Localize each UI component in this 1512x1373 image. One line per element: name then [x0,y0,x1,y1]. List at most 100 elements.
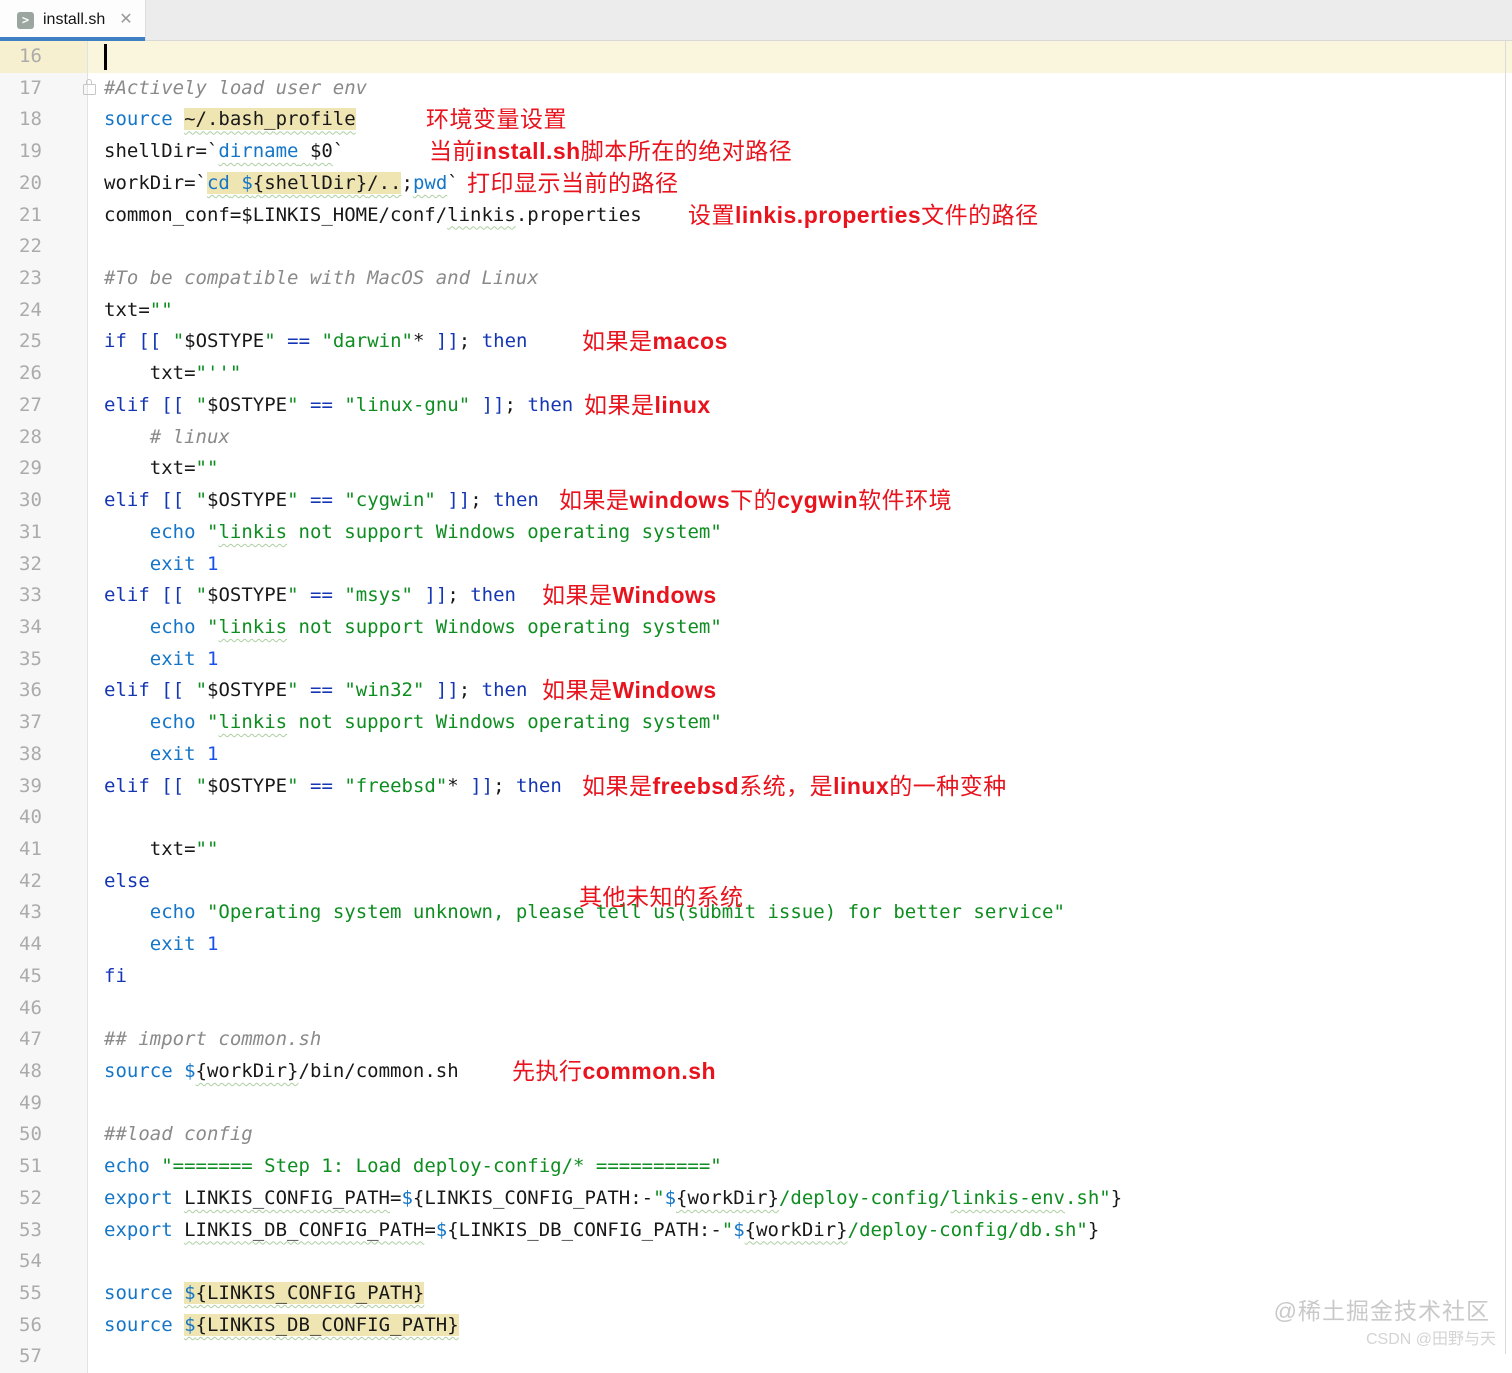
line-number[interactable]: 33 [0,580,88,612]
code-line[interactable]: exit 1 [88,739,1512,771]
line-number[interactable]: 55 [0,1278,88,1310]
code-line[interactable] [88,993,1512,1025]
code-token [333,489,344,511]
code-token: [[ [138,330,161,352]
line-number[interactable]: 52 [0,1183,88,1215]
code-line[interactable] [88,41,1512,73]
line-number[interactable]: 53 [0,1215,88,1247]
line-number[interactable]: 48 [0,1056,88,1088]
scrollbar-track[interactable] [1505,41,1506,1354]
code-line[interactable]: fi [88,961,1512,993]
code-token [196,743,207,765]
editor-line: 57 [0,1341,1512,1373]
code-line[interactable]: echo "Operating system unknown, please t… [88,897,1512,929]
code-line[interactable]: export LINKIS_CONFIG_PATH=${LINKIS_CONFI… [88,1183,1512,1215]
line-number[interactable]: 50 [0,1119,88,1151]
code-line[interactable]: echo "linkis not support Windows operati… [88,612,1512,644]
code-token: # linux [150,426,230,448]
code-line[interactable] [88,1088,1512,1120]
line-number[interactable]: 45 [0,961,88,993]
line-number[interactable]: 16 [0,41,88,73]
code-line[interactable]: exit 1 [88,549,1512,581]
line-number[interactable]: 22 [0,231,88,263]
code-line[interactable]: ##load config [88,1119,1512,1151]
line-number[interactable]: 30 [0,485,88,517]
code-line[interactable]: common_conf=$LINKIS_HOME/conf/linkis.pro… [88,200,1512,232]
line-number[interactable]: 34 [0,612,88,644]
line-number[interactable]: 38 [0,739,88,771]
line-number[interactable]: 20 [0,168,88,200]
code-line[interactable]: echo "======= Step 1: Load deploy-config… [88,1151,1512,1183]
code-line[interactable]: txt="" [88,295,1512,327]
line-number[interactable]: 29 [0,453,88,485]
annotation: 设置linkis.properties文件的路径 [688,200,1039,232]
line-number[interactable]: 42 [0,866,88,898]
code-line[interactable]: elif [[ "$OSTYPE" == "cygwin" ]]; then如果… [88,485,1512,517]
code-line[interactable]: # linux [88,422,1512,454]
code-token: [[ [161,394,184,416]
line-number[interactable]: 54 [0,1246,88,1278]
line-number[interactable]: 36 [0,675,88,707]
line-number[interactable]: 39 [0,771,88,803]
line-number[interactable]: 37 [0,707,88,739]
line-number[interactable]: 32 [0,549,88,581]
code-line[interactable]: workDir=`cd ${shellDir}/..;pwd`打印显示当前的路径 [88,168,1512,200]
line-number[interactable]: 24 [0,295,88,327]
code-line[interactable]: #To be compatible with MacOS and Linux [88,263,1512,295]
code-line[interactable]: else [88,866,1512,898]
code-token [196,648,207,670]
line-number[interactable]: 46 [0,993,88,1025]
line-number[interactable]: 21 [0,200,88,232]
code-line[interactable]: source ~/.bash_profile环境变量设置 [88,104,1512,136]
line-number[interactable]: 26 [0,358,88,390]
code-token: ]] [482,394,505,416]
line-number[interactable]: 27 [0,390,88,422]
code-line[interactable]: echo "linkis not support Windows operati… [88,707,1512,739]
code-line[interactable] [88,1246,1512,1278]
line-number[interactable]: 25 [0,326,88,358]
code-line[interactable]: exit 1 [88,644,1512,676]
code-line[interactable]: #Actively load user env [88,73,1512,105]
code-token: echo [104,1155,150,1177]
code-line[interactable] [88,802,1512,834]
line-number[interactable]: 44 [0,929,88,961]
line-number[interactable]: 47 [0,1024,88,1056]
code-line[interactable]: elif [[ "$OSTYPE" == "linux-gnu" ]]; the… [88,390,1512,422]
code-line[interactable]: echo "linkis not support Windows operati… [88,517,1512,549]
code-line[interactable]: source ${workDir}/bin/common.sh先执行common… [88,1056,1512,1088]
line-number[interactable]: 57 [0,1341,88,1373]
code-line[interactable]: elif [[ "$OSTYPE" == "msys" ]]; then如果是W… [88,580,1512,612]
line-number[interactable]: 18 [0,104,88,136]
editor-line: 33elif [[ "$OSTYPE" == "msys" ]]; then如果… [0,580,1512,612]
tab-install-sh[interactable]: > install.sh ✕ [0,0,146,40]
line-number[interactable]: 35 [0,644,88,676]
line-number[interactable]: 28 [0,422,88,454]
code-line[interactable]: export LINKIS_DB_CONFIG_PATH=${LINKIS_DB… [88,1215,1512,1247]
line-number[interactable]: 19 [0,136,88,168]
code-line[interactable]: elif [[ "$OSTYPE" == "win32" ]]; then如果是… [88,675,1512,707]
code-line[interactable]: txt="" [88,453,1512,485]
line-number[interactable]: 51 [0,1151,88,1183]
line-number[interactable]: 31 [0,517,88,549]
code-line[interactable] [88,231,1512,263]
code-line[interactable]: txt="" [88,834,1512,866]
code-line[interactable]: exit 1 [88,929,1512,961]
code-line[interactable] [88,1341,1512,1373]
code-token: $ [733,1219,744,1241]
code-line[interactable]: shellDir=`dirname $0`当前install.sh脚本所在的绝对… [88,136,1512,168]
code-token: ##load config [104,1123,253,1145]
annotation: 如果是macos [582,326,728,358]
line-number[interactable]: 17 [0,73,88,105]
line-number[interactable]: 56 [0,1310,88,1342]
line-number[interactable]: 41 [0,834,88,866]
code-token [184,394,195,416]
line-number[interactable]: 23 [0,263,88,295]
code-line[interactable]: elif [[ "$OSTYPE" == "freebsd"* ]]; then… [88,771,1512,803]
code-line[interactable]: if [[ "$OSTYPE" == "darwin"* ]]; then如果是… [88,326,1512,358]
tab-close-icon[interactable]: ✕ [119,12,132,28]
code-line[interactable]: txt="''" [88,358,1512,390]
line-number[interactable]: 40 [0,802,88,834]
line-number[interactable]: 43 [0,897,88,929]
code-line[interactable]: ## import common.sh [88,1024,1512,1056]
line-number[interactable]: 49 [0,1088,88,1120]
